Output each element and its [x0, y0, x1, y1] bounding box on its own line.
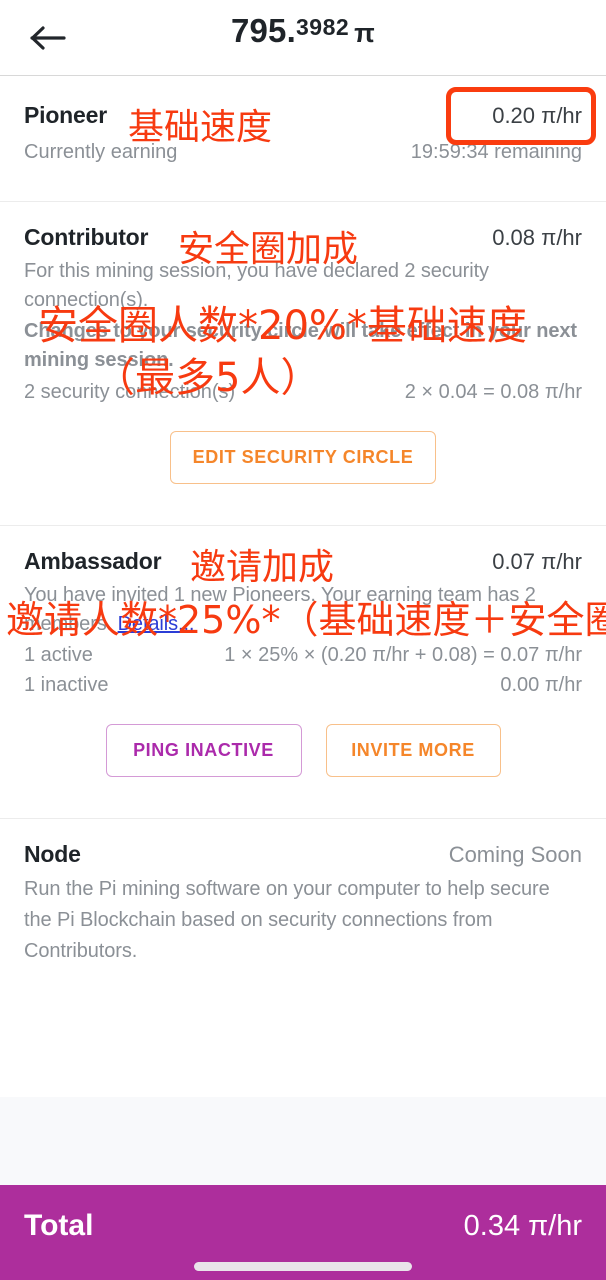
invite-more-button[interactable]: INVITE MORE: [325, 724, 501, 777]
node-header-row: Node Coming Soon: [24, 841, 582, 868]
contributor-notice: Changes to your security circle will tak…: [24, 320, 577, 371]
node-description: Run the Pi mining software on your compu…: [24, 878, 550, 962]
mining-rate-screen: 795.3982 π Pioneer 0.20 π/hr Currently ea…: [0, 0, 606, 1280]
pioneer-header-row: Pioneer 0.20 π/hr: [24, 102, 582, 129]
bottom-spacer: [0, 1097, 606, 1185]
app-header: 795.3982 π: [0, 0, 606, 76]
home-indicator: [194, 1262, 412, 1271]
pi-symbol: π: [354, 18, 376, 48]
contributor-header-row: Contributor 0.08 π/hr: [24, 224, 582, 251]
contributor-title: Contributor: [24, 224, 149, 250]
balance-decimals: 3982: [296, 14, 350, 40]
pioneer-rate: 0.20 π/hr: [492, 103, 582, 128]
section-ambassador: Ambassador 0.07 π/hr You have invited 1 …: [0, 526, 606, 777]
contributor-rate: 0.08 π/hr: [492, 225, 582, 250]
contributor-detail-row: 2 security connection(s) 2 × 0.04 = 0.08…: [24, 377, 582, 407]
contributor-detail-value: 2 × 0.04 = 0.08 π/hr: [404, 381, 582, 403]
ambassador-header-row: Ambassador 0.07 π/hr: [24, 548, 582, 575]
scroll-content[interactable]: Pioneer 0.20 π/hr Currently earning 19:5…: [0, 76, 606, 1097]
section-pioneer: Pioneer 0.20 π/hr Currently earning 19:5…: [0, 76, 606, 167]
section-contributor: Contributor 0.08 π/hr For this mining se…: [0, 202, 606, 484]
ambassador-active-row: 1 active 1 × 25% × (0.20 π/hr + 0.08) = …: [24, 640, 582, 670]
details-link[interactable]: Details...: [118, 613, 195, 635]
ambassador-actions: PING INACTIVE INVITE MORE: [24, 724, 582, 777]
ambassador-title: Ambassador: [24, 548, 162, 574]
total-label: Total: [24, 1209, 94, 1242]
ambassador-rate: 0.07 π/hr: [492, 549, 582, 574]
contributor-detail-label: 2 security connection(s): [24, 381, 236, 403]
contributor-description: For this mining session, you have declar…: [24, 260, 489, 311]
pioneer-status-row: Currently earning 19:59:34 remaining: [24, 137, 582, 167]
pioneer-title: Pioneer: [24, 102, 107, 128]
contributor-actions: EDIT SECURITY CIRCLE: [24, 431, 582, 484]
pioneer-status: Currently earning: [24, 141, 178, 163]
total-bar: Total 0.34 π/hr: [0, 1185, 606, 1280]
node-status: Coming Soon: [448, 842, 582, 867]
ambassador-active-label: 1 active: [24, 644, 93, 666]
ambassador-description-block: You have invited 1 new Pioneers. Your ea…: [24, 581, 582, 639]
balance-decimal-point: .: [286, 12, 296, 49]
ambassador-active-value: 1 × 25% × (0.20 π/hr + 0.08) = 0.07 π/hr: [224, 644, 582, 666]
section-node: Node Coming Soon Run the Pi mining softw…: [0, 819, 606, 967]
ambassador-inactive-value: 0.00 π/hr: [500, 674, 582, 696]
balance-integer: 795: [230, 12, 287, 49]
ambassador-inactive-label: 1 inactive: [24, 674, 109, 696]
ambassador-description: You have invited 1 new Pioneers. Your ea…: [24, 584, 536, 635]
total-value: 0.34 π/hr: [463, 1210, 582, 1242]
balance-title: 795.3982 π: [0, 12, 606, 50]
ping-inactive-button[interactable]: PING INACTIVE: [105, 724, 302, 777]
ambassador-inactive-row: 1 inactive 0.00 π/hr: [24, 670, 582, 700]
edit-security-circle-button[interactable]: EDIT SECURITY CIRCLE: [170, 431, 436, 484]
node-title: Node: [24, 841, 81, 867]
pioneer-remaining: 19:59:34 remaining: [410, 141, 582, 163]
